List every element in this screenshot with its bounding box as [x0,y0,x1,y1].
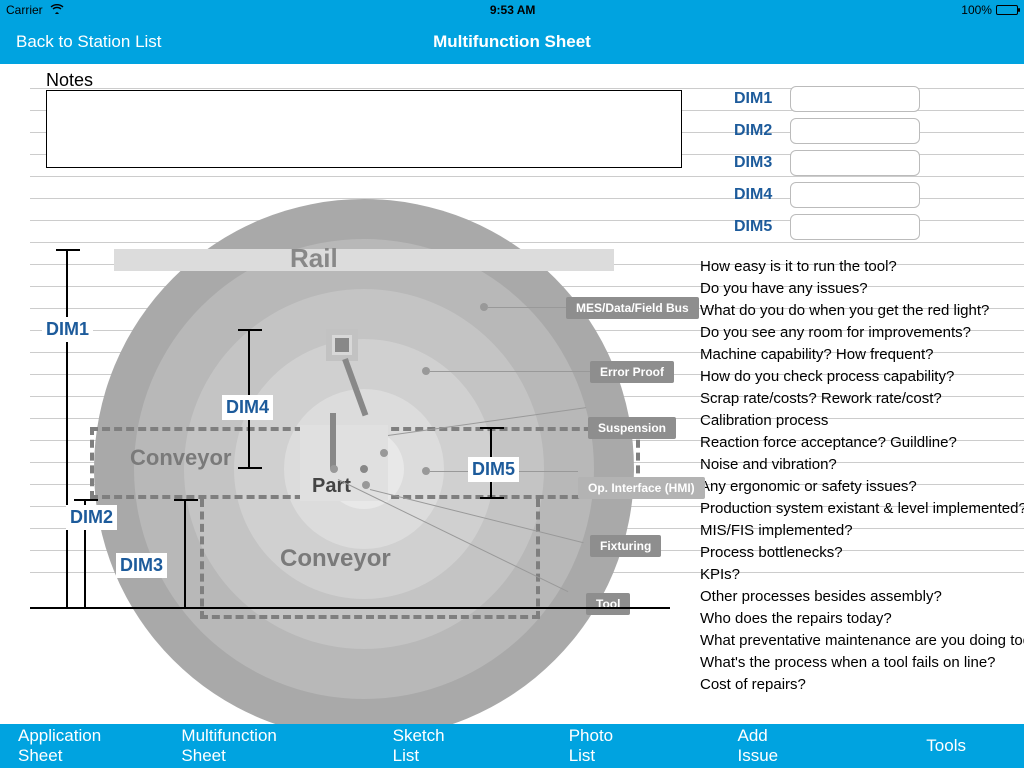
baseline [30,607,670,609]
dim1-row: DIM1 [734,86,920,112]
question-item: Other processes besides assembly? [700,586,1020,608]
question-list: How easy is it to run the tool? Do you h… [700,256,1020,696]
page-title: Multifunction Sheet [433,32,591,52]
dim3-tag: DIM3 [116,553,167,578]
dim1-label: DIM1 [734,90,782,108]
dim5-tick [480,427,504,429]
dim2-tick [74,499,98,501]
notes-input[interactable] [46,90,682,168]
tab-photo-list[interactable]: Photo List [551,726,660,766]
dim3-row: DIM3 [734,150,920,176]
wifi-icon [47,3,64,17]
question-item: Do you see any room for improvements? [700,322,1020,344]
dim3-label: DIM3 [734,154,782,172]
question-item: Process bottlenecks? [700,542,1020,564]
dim1-line [66,249,68,609]
question-item: Cost of repairs? [700,674,1020,696]
battery-icon [996,5,1018,15]
question-item: What's the process when a tool fails on … [700,652,1020,674]
back-button[interactable]: Back to Station List [16,32,162,52]
conveyor-label-1: Conveyor [130,445,231,471]
callout-dot [380,449,388,457]
rail-label: Rail [290,243,338,274]
carrier-label: Carrier [6,3,43,17]
dim1-input[interactable] [790,86,920,112]
callout-hmi: Op. Interface (HMI) [578,477,705,499]
callout-line [488,307,566,308]
question-item: Calibration process [700,410,1020,432]
tab-tools[interactable]: Tools [908,736,984,756]
dim2-row: DIM2 [734,118,920,144]
question-item: What do you do when you get the red ligh… [700,300,1020,322]
question-item: How easy is it to run the tool? [700,256,1020,278]
dim1-tick [56,249,80,251]
tool-arm [330,413,336,469]
dim4-label: DIM4 [734,186,782,204]
question-item: Reaction force acceptance? Guildline? [700,432,1020,454]
dim4-tag: DIM4 [222,395,273,420]
callout-mes: MES/Data/Field Bus [566,297,699,319]
callout-dot [330,465,338,473]
dim1-tag: DIM1 [42,317,93,342]
question-item: MIS/FIS implemented? [700,520,1020,542]
dim4-tick [238,329,262,331]
question-item: Scrap rate/costs? Rework rate/cost? [700,388,1020,410]
dim5-input[interactable] [790,214,920,240]
question-item: What preventative maintenance are you do… [700,630,1020,652]
question-item: Noise and vibration? [700,454,1020,476]
battery-percent: 100% [961,3,992,17]
callout-line [430,371,590,372]
callout-suspension: Suspension [588,417,676,439]
callout-fixturing: Fixturing [590,535,661,557]
rail-bar [114,249,614,271]
question-item: Who does the repairs today? [700,608,1020,630]
workcell-diagram: Rail Conveyor Conveyor Part MES/Data/Fie… [30,199,698,724]
status-bar: Carrier 9:53 AM 100% [0,0,1024,20]
tab-multifunction-sheet[interactable]: Multifunction Sheet [163,726,338,766]
dim5-tick [480,497,504,499]
dim5-tag: DIM5 [468,457,519,482]
callout-dot [480,303,488,311]
navigation-bar: Back to Station List Multifunction Sheet [0,20,1024,64]
question-item: Any ergonomic or safety issues? [700,476,1020,498]
content-area: Notes DIM1 DIM2 DIM3 DIM4 DIM5 How easy … [0,64,1024,724]
tool-head-icon [326,329,358,361]
callout-tool: Tool [586,593,630,615]
center-dot [360,465,368,473]
dim4-input[interactable] [790,182,920,208]
dim4-row: DIM4 [734,182,920,208]
conveyor-label-2: Conveyor [280,545,391,573]
callout-dot [422,367,430,375]
dim4-tick [238,467,262,469]
question-item: Machine capability? How frequent? [700,344,1020,366]
dim2-input[interactable] [790,118,920,144]
question-item: Do you have any issues? [700,278,1020,300]
part-label: Part [312,475,351,498]
question-item: KPIs? [700,564,1020,586]
dim3-input[interactable] [790,150,920,176]
tab-application-sheet[interactable]: Application Sheet [0,726,163,766]
tab-add-issue[interactable]: Add Issue [720,726,829,766]
callout-dot [422,467,430,475]
dim5-label: DIM5 [734,218,782,236]
dim2-label: DIM2 [734,122,782,140]
question-item: Production system existant & level imple… [700,498,1020,520]
bottom-toolbar: Application Sheet Multifunction Sheet Sk… [0,724,1024,768]
dim3-line [184,499,186,607]
dim2-tag: DIM2 [66,505,117,530]
callout-dot [362,481,370,489]
clock: 9:53 AM [490,3,536,17]
dim3-tick [174,499,198,501]
callout-error-proof: Error Proof [590,361,674,383]
question-item: How do you check process capability? [700,366,1020,388]
dim5-row: DIM5 [734,214,920,240]
notes-label: Notes [46,70,93,91]
tab-sketch-list[interactable]: Sketch List [375,726,491,766]
